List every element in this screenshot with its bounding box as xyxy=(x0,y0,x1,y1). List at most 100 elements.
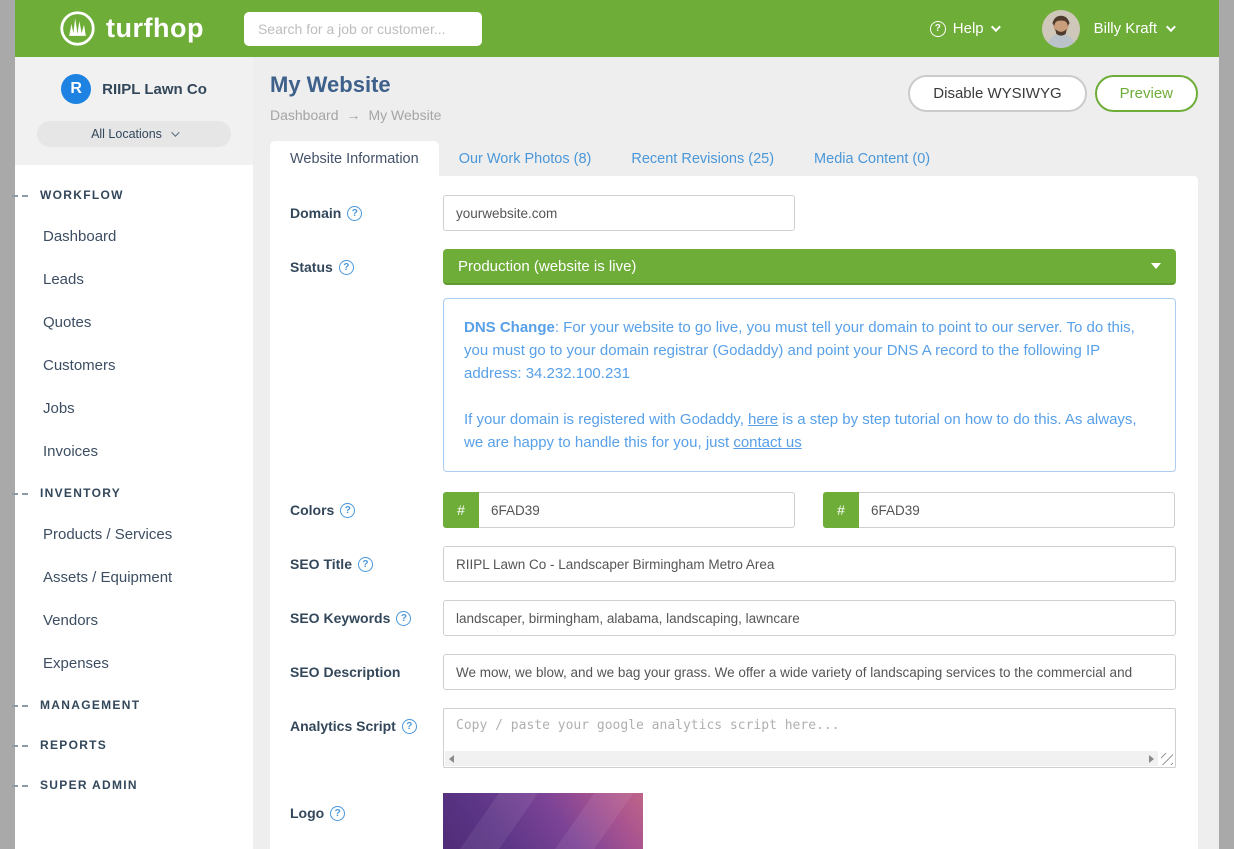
seo-description-input[interactable] xyxy=(443,654,1176,690)
seo-title-label: SEO Title ? xyxy=(290,556,443,572)
nav-section-label: REPORTS xyxy=(40,738,107,752)
analytics-script-textarea[interactable]: Copy / paste your google analytics scrip… xyxy=(443,708,1176,768)
nav-section-label: INVENTORY xyxy=(40,486,121,500)
sidebar-item-dashboard[interactable]: Dashboard xyxy=(15,215,253,258)
disable-wysiwyg-button[interactable]: Disable WYSIWYG xyxy=(908,75,1086,112)
top-header-bar: turfhop ? Help Billy Kraft xyxy=(15,0,1219,57)
nav-section-label: SUPER ADMIN xyxy=(40,778,138,792)
section-dash-icon xyxy=(12,745,28,747)
seo-title-input[interactable] xyxy=(443,546,1176,582)
tab-recent-revisions[interactable]: Recent Revisions (25) xyxy=(611,141,794,176)
seo-keywords-input[interactable] xyxy=(443,600,1176,636)
horizontal-scrollbar[interactable] xyxy=(445,751,1158,766)
nav-section-inventory[interactable]: INVENTORY xyxy=(15,473,253,513)
sidebar-item-vendors[interactable]: Vendors xyxy=(15,599,253,642)
hash-prefix: # xyxy=(823,492,859,528)
tab-website-information[interactable]: Website Information xyxy=(270,141,439,176)
section-dash-icon xyxy=(12,785,28,787)
scroll-right-icon[interactable] xyxy=(1149,755,1154,763)
chevron-down-icon xyxy=(1166,22,1176,32)
breadcrumb: Dashboard → My Website xyxy=(270,107,441,123)
user-menu[interactable]: Billy Kraft xyxy=(1094,20,1173,37)
seo-title-row: SEO Title ? xyxy=(290,546,1176,582)
logo-label: Logo ? xyxy=(290,793,443,821)
secondary-color-field: # xyxy=(823,492,1175,528)
help-label: Help xyxy=(953,20,984,37)
breadcrumb-dashboard[interactable]: Dashboard xyxy=(270,107,339,123)
seo-keywords-label: SEO Keywords ? xyxy=(290,610,443,626)
godaddy-tutorial-link[interactable]: here xyxy=(748,411,778,428)
nav-section-reports[interactable]: REPORTS xyxy=(15,725,253,765)
seo-description-label: SEO Description xyxy=(290,664,443,680)
nav-section-workflow[interactable]: WORKFLOW xyxy=(15,175,253,215)
tab-media-content[interactable]: Media Content (0) xyxy=(794,141,950,176)
help-icon[interactable]: ? xyxy=(402,719,417,734)
help-circle-icon: ? xyxy=(930,21,946,37)
nav-section-label: WORKFLOW xyxy=(40,188,124,202)
help-menu[interactable]: ? Help xyxy=(930,20,998,37)
sidebar-item-leads[interactable]: Leads xyxy=(15,258,253,301)
help-icon[interactable]: ? xyxy=(396,611,411,626)
colors-label: Colors ? xyxy=(290,502,443,518)
page-title: My Website xyxy=(270,72,441,98)
tab-bar: Website Information Our Work Photos (8) … xyxy=(270,141,1198,176)
chevron-down-icon xyxy=(991,22,1001,32)
sidebar-company-section: R RIIPL Lawn Co All Locations xyxy=(15,57,253,165)
analytics-script-label: Analytics Script ? xyxy=(290,708,443,734)
app-page: turfhop ? Help Billy Kraft xyxy=(15,0,1219,849)
section-dash-icon xyxy=(12,195,28,197)
status-select[interactable]: Production (website is live) xyxy=(443,249,1176,285)
sidebar-item-products-services[interactable]: Products / Services xyxy=(15,513,253,556)
avatar[interactable] xyxy=(1042,10,1080,48)
primary-color-field: # xyxy=(443,492,795,528)
sidebar-item-quotes[interactable]: Quotes xyxy=(15,301,253,344)
brand-logo[interactable]: turfhop xyxy=(59,10,204,47)
contact-us-link[interactable]: contact us xyxy=(733,434,801,451)
help-icon[interactable]: ? xyxy=(340,503,355,518)
nav-section-super-admin[interactable]: SUPER ADMIN xyxy=(15,765,253,805)
sidebar-item-jobs[interactable]: Jobs xyxy=(15,387,253,430)
tab-our-work-photos[interactable]: Our Work Photos (8) xyxy=(439,141,612,176)
secondary-color-input[interactable] xyxy=(859,492,1175,528)
sidebar-nav: WORKFLOW Dashboard Leads Quotes Customer… xyxy=(15,165,253,805)
sidebar: R RIIPL Lawn Co All Locations WORKFLOW D… xyxy=(15,57,253,849)
sidebar-item-assets-equipment[interactable]: Assets / Equipment xyxy=(15,556,253,599)
breadcrumb-current: My Website xyxy=(369,107,442,123)
chevron-down-icon xyxy=(171,128,179,136)
resize-grip-icon[interactable] xyxy=(1161,753,1173,765)
topbar-right-group: ? Help Billy Kraft xyxy=(930,10,1219,48)
primary-color-input[interactable] xyxy=(479,492,795,528)
company-name: RIIPL Lawn Co xyxy=(102,81,207,98)
preview-button[interactable]: Preview xyxy=(1095,75,1198,112)
nav-section-label: MANAGEMENT xyxy=(40,698,140,712)
locations-dropdown[interactable]: All Locations xyxy=(37,121,231,147)
search-input[interactable] xyxy=(244,12,482,46)
help-icon[interactable]: ? xyxy=(330,806,345,821)
domain-input[interactable] xyxy=(443,195,795,231)
section-dash-icon xyxy=(12,705,28,707)
status-selected-value: Production (website is live) xyxy=(458,258,636,275)
help-icon[interactable]: ? xyxy=(339,260,354,275)
domain-label: Domain ? xyxy=(290,205,443,221)
analytics-script-row: Analytics Script ? Copy / paste your goo… xyxy=(290,708,1176,768)
dns-change-notice: DNS Change: For your website to go live,… xyxy=(443,298,1176,472)
sidebar-item-expenses[interactable]: Expenses xyxy=(15,642,253,685)
status-label: Status ? xyxy=(290,259,443,275)
main-content: My Website Dashboard → My Website Disabl… xyxy=(253,57,1219,849)
company-row[interactable]: R RIIPL Lawn Co xyxy=(15,74,253,104)
dns-notice-row: DNS Change: For your website to go live,… xyxy=(290,298,1176,472)
sidebar-item-invoices[interactable]: Invoices xyxy=(15,430,253,473)
scroll-left-icon[interactable] xyxy=(449,755,454,763)
help-icon[interactable]: ? xyxy=(358,557,373,572)
domain-row: Domain ? xyxy=(290,195,1176,231)
section-dash-icon xyxy=(12,493,28,495)
nav-section-management[interactable]: MANAGEMENT xyxy=(15,685,253,725)
logo-row: Logo ? xyxy=(290,793,1176,849)
user-name: Billy Kraft xyxy=(1094,20,1157,37)
dns-notice-title: DNS Change xyxy=(464,319,555,336)
help-icon[interactable]: ? xyxy=(347,206,362,221)
caret-down-icon xyxy=(1151,263,1161,269)
hash-prefix: # xyxy=(443,492,479,528)
logo-preview-image xyxy=(443,793,643,849)
sidebar-item-customers[interactable]: Customers xyxy=(15,344,253,387)
